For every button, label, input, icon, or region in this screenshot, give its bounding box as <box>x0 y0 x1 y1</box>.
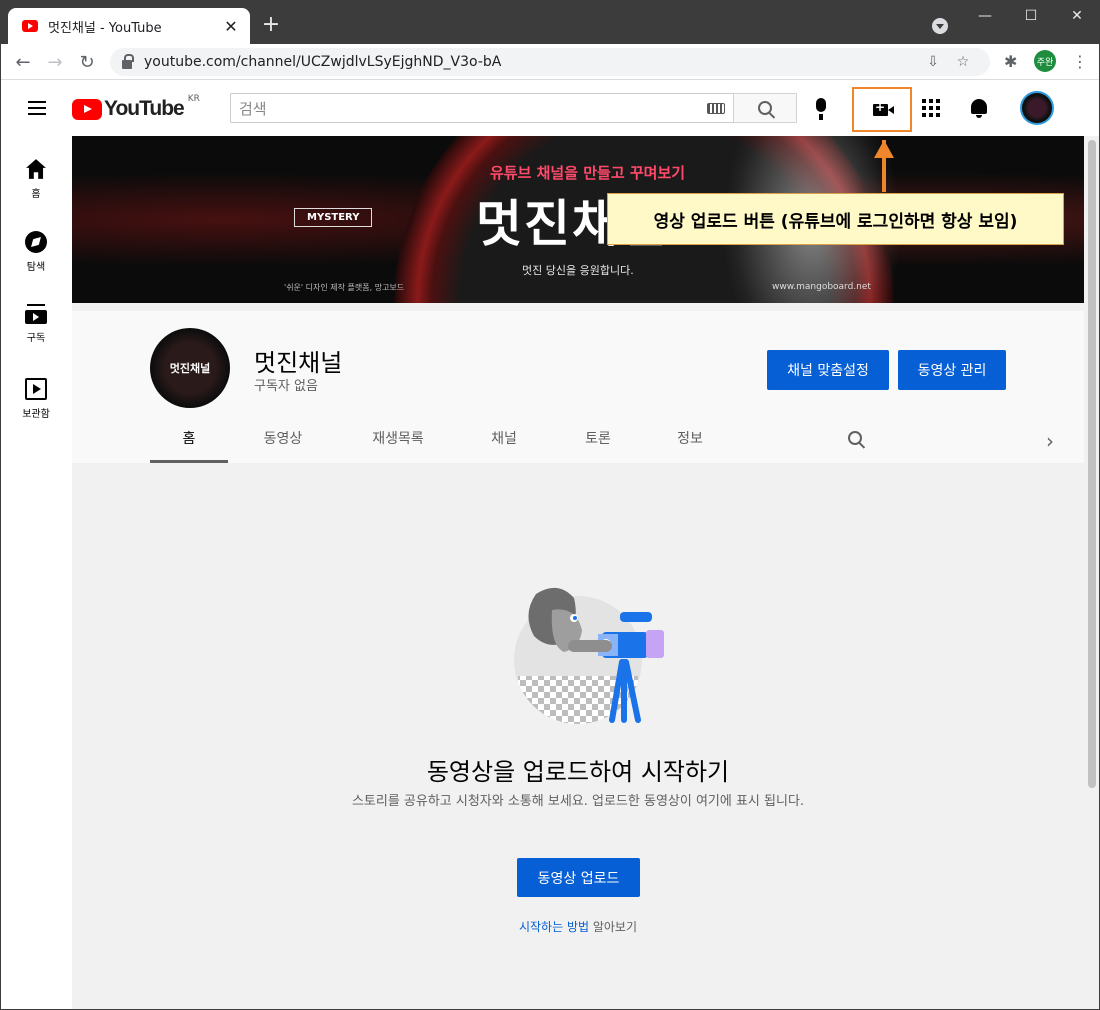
reload-icon[interactable]: ↻ <box>74 49 100 75</box>
search-input[interactable]: 검색 <box>230 93 734 123</box>
banner-tagline: 유튜브 채널을 만들고 꾸며보기 <box>490 164 686 182</box>
channel-search-icon[interactable] <box>848 431 862 445</box>
tab-home[interactable]: 홈 <box>150 421 228 463</box>
youtube-masthead: YouTube KR 검색 <box>0 81 1100 136</box>
browser-tab-bar: 멋진채널 - YouTube ✕ + — ☐ ✕ <box>0 0 1100 44</box>
guide-item-label: 탐색 <box>26 262 46 273</box>
howto-line: 시작하는 방법 알아보기 <box>72 918 1084 935</box>
lock-icon <box>122 53 134 69</box>
tab-videos[interactable]: 동영상 <box>244 421 322 463</box>
search-icon <box>758 101 772 115</box>
microphone-icon[interactable] <box>816 98 826 120</box>
banner-url: www.mangoboard.net <box>772 282 871 292</box>
youtube-logo[interactable]: YouTube KR <box>72 94 200 121</box>
guide-item-home[interactable]: 홈 <box>0 158 72 200</box>
address-bar[interactable]: youtube.com/channel/UCZwjdlvLSyEjghND_V3… <box>110 48 990 76</box>
tab-channels[interactable]: 채널 <box>468 421 540 463</box>
search-placeholder: 검색 <box>239 99 267 118</box>
channel-avatar[interactable]: 멋진채널 <box>150 328 230 408</box>
banner-subtext: 멋진 당신을 응원합니다. <box>522 264 634 277</box>
browser-toolbar: ← → ↻ youtube.com/channel/UCZwjdlvLSyEjg… <box>0 44 1100 80</box>
video-camera-add-icon <box>872 100 894 116</box>
empty-state-description: 스토리를 공유하고 시청자와 소통해 보세요. 업로드한 동영상이 여기에 표시… <box>351 794 805 809</box>
channel-avatar-text: 멋진채널 <box>169 362 211 375</box>
url-text[interactable]: youtube.com/channel/UCZwjdlvLSyEjghND_V3… <box>144 54 918 70</box>
close-window-button[interactable]: ✕ <box>1054 0 1100 32</box>
tab-title: 멋진채널 - YouTube <box>48 20 162 36</box>
bookmark-star-icon[interactable]: ☆ <box>948 54 978 70</box>
guide-item-subscriptions[interactable]: 구독 <box>0 304 72 344</box>
channel-header: 멋진채널 멋진채널 구독자 없음 채널 맞춤설정 동영상 관리 홈 동영상 재생… <box>72 311 1084 463</box>
guide-item-explore[interactable]: 탐색 <box>0 231 72 273</box>
maximize-button[interactable]: ☐ <box>1008 0 1054 32</box>
banner-badge: MYSTERY <box>294 208 373 227</box>
tab-playlists[interactable]: 재생목록 <box>350 421 446 463</box>
youtube-wordmark: YouTube <box>104 97 185 120</box>
guide-item-label: 홈 <box>31 189 41 200</box>
notifications-bell-icon[interactable] <box>971 99 987 118</box>
banner-credit: '쉬운' 디자인 제작 플랫폼, 망고보드 <box>284 283 405 292</box>
customize-channel-button[interactable]: 채널 맞춤설정 <box>767 350 889 390</box>
chevron-right-icon[interactable]: › <box>1046 429 1054 453</box>
new-tab-button[interactable]: + <box>258 12 284 38</box>
youtube-play-icon <box>72 98 102 120</box>
account-avatar[interactable] <box>1020 91 1054 125</box>
window-controls: — ☐ ✕ <box>962 0 1100 32</box>
howto-suffix: 알아보기 <box>589 920 638 934</box>
annotation-arrowhead <box>874 140 894 158</box>
keyboard-icon[interactable] <box>707 102 725 114</box>
minimize-button[interactable]: — <box>962 0 1008 32</box>
guide-sidebar: 홈 탐색 구독 보관함 <box>0 136 72 1010</box>
manage-videos-button[interactable]: 동영상 관리 <box>898 350 1006 390</box>
create-video-button[interactable] <box>852 87 912 132</box>
scrollbar-thumb[interactable] <box>1088 140 1096 788</box>
youtube-favicon-icon <box>22 20 38 32</box>
annotation-callout: 영상 업로드 버튼 (유튜브에 로그인하면 항상 보임) <box>607 193 1064 245</box>
compass-icon <box>25 231 47 253</box>
search-button[interactable] <box>733 93 797 123</box>
empty-state-title: 동영상을 업로드하여 시작하기 <box>426 758 730 786</box>
guide-item-library[interactable]: 보관함 <box>0 378 72 420</box>
subscriber-count: 구독자 없음 <box>254 379 318 394</box>
browser-tab[interactable]: 멋진채널 - YouTube ✕ <box>8 8 250 44</box>
home-icon <box>26 159 46 179</box>
browser-menu-icon[interactable]: ⋮ <box>1072 52 1088 71</box>
camera-operator-illustration <box>514 587 664 724</box>
library-icon <box>25 378 47 400</box>
back-arrow-icon[interactable]: ← <box>10 49 36 75</box>
subscriptions-icon <box>25 304 47 324</box>
extensions-puzzle-icon[interactable]: ✱ <box>1004 52 1017 71</box>
howto-link[interactable]: 시작하는 방법 <box>519 920 589 934</box>
apps-grid-icon[interactable] <box>922 99 940 117</box>
tab-discussion[interactable]: 토론 <box>562 421 634 463</box>
upload-video-button[interactable]: 동영상 업로드 <box>517 858 640 897</box>
install-app-icon[interactable]: ⇩ <box>918 54 948 70</box>
browser-profile-avatar[interactable]: 주완 <box>1034 50 1056 72</box>
tab-about[interactable]: 정보 <box>654 421 726 463</box>
hamburger-menu-icon[interactable] <box>28 101 46 115</box>
country-code: KR <box>187 94 200 104</box>
channel-name: 멋진채널 <box>254 349 343 377</box>
guide-item-label: 보관함 <box>22 409 50 420</box>
forward-arrow-icon[interactable]: → <box>42 49 68 75</box>
guide-item-label: 구독 <box>26 333 46 344</box>
tab-close-icon[interactable]: ✕ <box>222 17 240 36</box>
tab-search-icon[interactable] <box>932 18 948 34</box>
